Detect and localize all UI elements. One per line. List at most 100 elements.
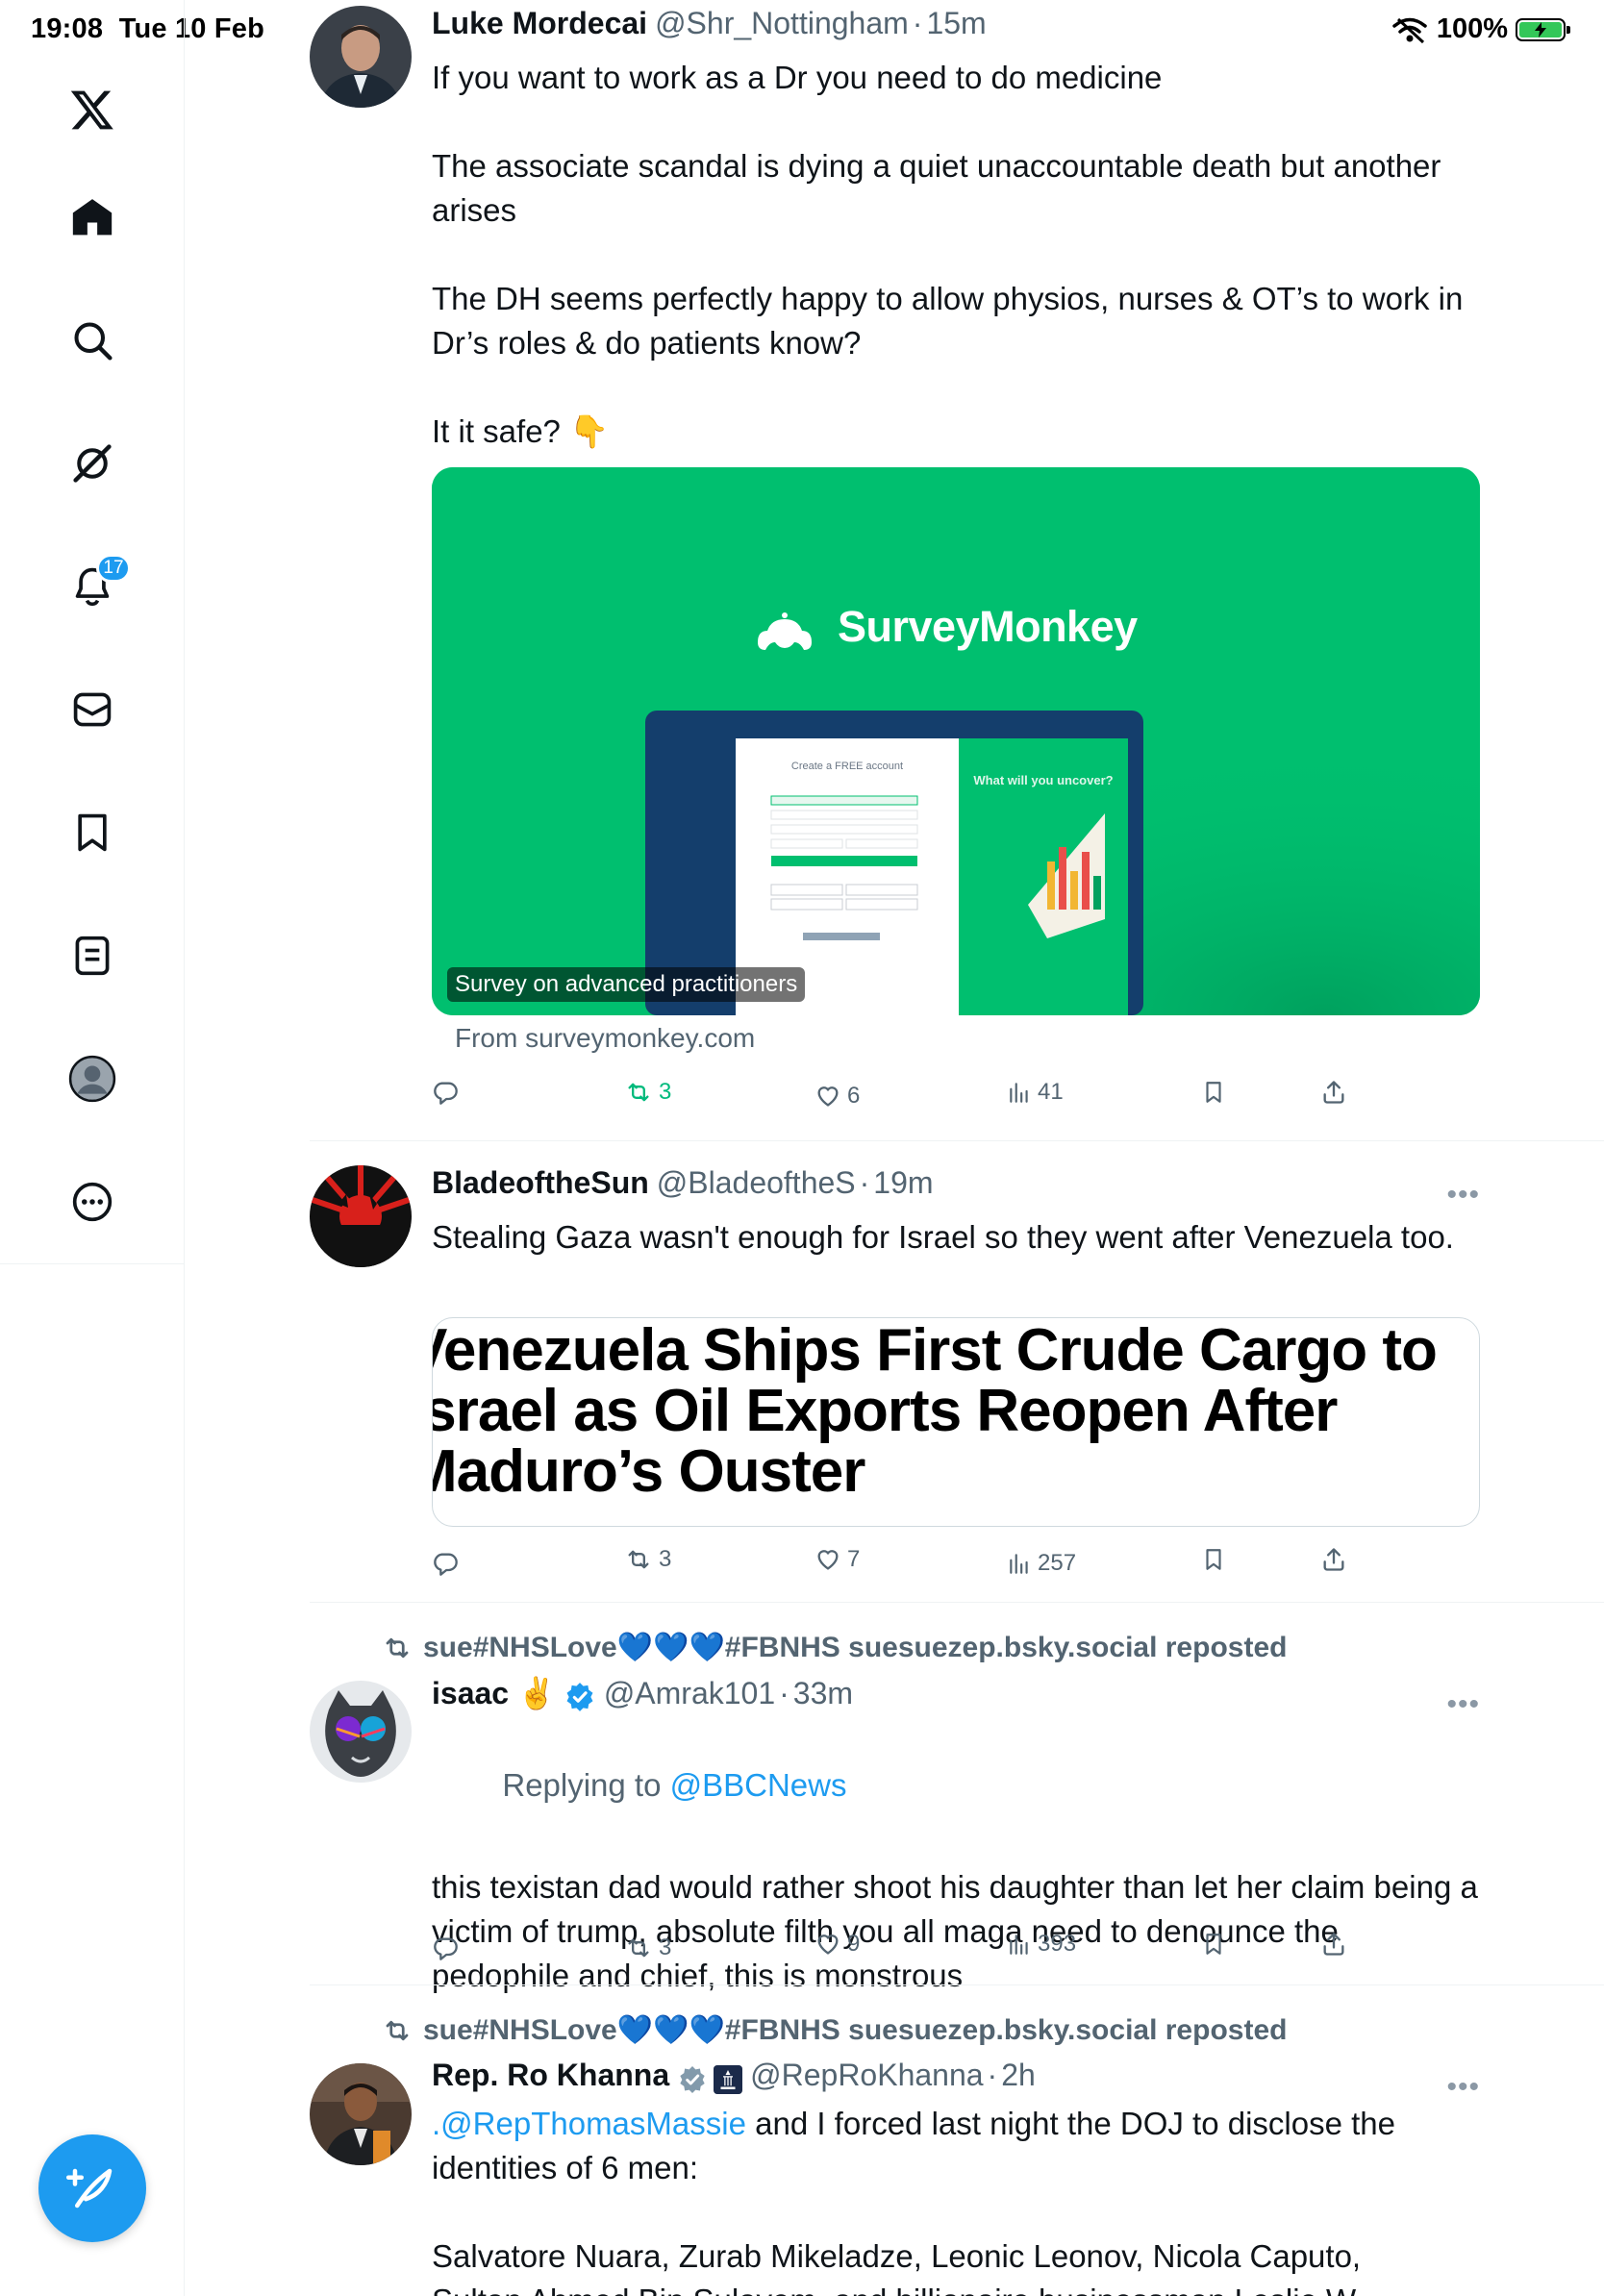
- more-circle-icon[interactable]: [54, 1163, 131, 1240]
- bookmark-button[interactable]: [1201, 1546, 1226, 1573]
- profile-icon[interactable]: [54, 1040, 131, 1117]
- repost-icon: [386, 2020, 409, 2040]
- bookmark-icon: [1206, 1549, 1221, 1570]
- mail-icon[interactable]: [54, 671, 131, 748]
- author-name[interactable]: Luke Mordecai: [432, 6, 647, 41]
- card-source[interactable]: From surveymonkey.com: [455, 1023, 755, 1054]
- bell-icon[interactable]: 17: [54, 548, 131, 625]
- repost-context[interactable]: sue#NHSLove💙💙💙#FBNHS suesuezep.bsky.soci…: [381, 1631, 1287, 1664]
- battery-icon: [1516, 17, 1570, 41]
- share-icon: [1323, 1933, 1344, 1956]
- repost-button[interactable]: 3: [624, 1934, 671, 1961]
- like-button[interactable]: 7: [815, 1546, 860, 1573]
- timestamp[interactable]: 2h: [1001, 2058, 1036, 2093]
- article-title: Venezuela Ships First Crude Cargo to Isr…: [432, 1317, 1438, 1505]
- repost-button[interactable]: 3: [624, 1546, 671, 1573]
- share-button[interactable]: [1320, 1079, 1347, 1106]
- separator-dot: ·: [912, 6, 923, 40]
- tweet-header: isaac ✌️ @Amrak101 · 33m: [432, 1675, 1480, 1719]
- mention-link[interactable]: .@RepThomasMassie: [432, 2106, 746, 2141]
- avatar[interactable]: [310, 2063, 412, 2165]
- author-name[interactable]: Rep. Ro Khanna: [432, 2058, 669, 2093]
- timestamp[interactable]: 15m: [926, 6, 986, 41]
- sidebar-divider: [0, 1263, 185, 1264]
- share-button[interactable]: [1320, 1546, 1347, 1573]
- author-handle[interactable]: @RepRoKhanna: [750, 2058, 983, 2093]
- views-icon: [1010, 1083, 1028, 1103]
- list-icon[interactable]: [54, 917, 131, 994]
- replying-to: Replying to @BBCNews: [432, 1719, 1480, 1852]
- home-icon[interactable]: [54, 179, 131, 256]
- reply-icon: [434, 1937, 458, 1960]
- share-icon: [1323, 1548, 1344, 1571]
- author-handle[interactable]: @Shr_Nottingham: [655, 6, 909, 41]
- sidebar: 17: [0, 0, 185, 2296]
- verified-badge-gray-icon: [680, 2066, 705, 2093]
- author-name[interactable]: isaac ✌️: [432, 1675, 556, 1711]
- x-logo-icon[interactable]: [54, 71, 131, 148]
- bookmark-icon: [1206, 1082, 1221, 1103]
- avatar[interactable]: [310, 1681, 412, 1783]
- verified-badge-icon: [566, 1683, 593, 1711]
- repost-context[interactable]: sue#NHSLove💙💙💙#FBNHS suesuezep.bsky.soci…: [381, 2013, 1287, 2047]
- author-handle[interactable]: @BladeoftheS: [657, 1165, 856, 1201]
- reply-icon: [434, 1553, 458, 1576]
- divider: [310, 1140, 1604, 1141]
- surveymonkey-wordmark: SurveyMonkey: [838, 602, 1138, 651]
- repost-icon: [628, 1083, 649, 1102]
- heart-icon: [817, 1086, 839, 1107]
- notification-badge: 17: [96, 554, 131, 583]
- compose-button[interactable]: [38, 2134, 146, 2242]
- tweet-header: Rep. Ro Khanna @RepRoKhanna · 2h: [432, 2058, 1480, 2102]
- more-options-icon[interactable]: •••: [1446, 2071, 1480, 2104]
- divider: [310, 1984, 1604, 1985]
- views-button[interactable]: 257: [1007, 1550, 1076, 1577]
- bookmark-button[interactable]: [1201, 1079, 1226, 1106]
- tweet-text: .@RepThomasMassie and I forced last nigh…: [432, 2102, 1480, 2190]
- timestamp[interactable]: 33m: [793, 1676, 853, 1711]
- tweet-actions: 3 9 393: [432, 1931, 1374, 1969]
- author-handle[interactable]: @Amrak101: [604, 1676, 775, 1711]
- tweet-actions: 3 6 41: [432, 1079, 1374, 1117]
- avatar[interactable]: [310, 1165, 412, 1267]
- author-name[interactable]: BladeoftheSun: [432, 1165, 649, 1201]
- divider: [310, 1602, 1604, 1603]
- reply-button[interactable]: [432, 1079, 464, 1106]
- like-button[interactable]: 6: [815, 1083, 860, 1110]
- search-icon[interactable]: [54, 302, 131, 379]
- replying-to-link[interactable]: @BBCNews: [670, 1767, 847, 1803]
- reply-icon: [434, 1082, 458, 1105]
- tweet-text: Stealing Gaza wasn't enough for Israel s…: [432, 1219, 1454, 1255]
- tweet-text-continued: Salvatore Nuara, Zurab Mikeladze, Leonic…: [432, 2238, 1362, 2274]
- repost-icon: [628, 1550, 649, 1569]
- tweet-text-continued: Sultan Ahmed Bin Sulayem, and billionair…: [432, 2279, 1480, 2296]
- more-options-icon[interactable]: •••: [1446, 1179, 1480, 1211]
- link-card-image[interactable]: SurveyMonkey Create a FREE account What …: [432, 467, 1480, 1015]
- tweet-text: If you want to work as a Dr you need to …: [432, 60, 1464, 449]
- article-card[interactable]: Venezuela Ships First Crude Cargo to Isr…: [432, 1317, 1480, 1527]
- repost-context-text: sue#NHSLove💙💙💙#FBNHS suesuezep.bsky.soci…: [423, 2014, 1288, 2046]
- views-button[interactable]: 393: [1007, 1931, 1076, 1958]
- card-tagline: What will you uncover?: [973, 773, 1114, 787]
- reply-button[interactable]: [432, 1934, 464, 1961]
- more-options-icon[interactable]: •••: [1446, 1688, 1480, 1721]
- share-button[interactable]: [1320, 1931, 1347, 1958]
- heart-icon: [817, 1550, 839, 1570]
- repost-context-text: sue#NHSLove💙💙💙#FBNHS suesuezep.bsky.soci…: [423, 1632, 1288, 1663]
- separator-dot: ·: [779, 1676, 789, 1710]
- views-icon: [1010, 1554, 1028, 1574]
- grok-icon[interactable]: [54, 425, 131, 502]
- tweet-header: BladeoftheSun @BladeoftheS · 19m: [432, 1165, 1480, 1210]
- like-button[interactable]: 9: [815, 1931, 860, 1958]
- avatar[interactable]: [310, 6, 412, 108]
- views-icon: [1010, 1934, 1028, 1955]
- repost-icon: [628, 1938, 649, 1958]
- separator-dot: ·: [987, 2058, 998, 2092]
- bookmark-button[interactable]: [1201, 1931, 1226, 1958]
- reply-button[interactable]: [432, 1550, 464, 1577]
- share-icon: [1323, 1081, 1344, 1104]
- bookmark-icon[interactable]: [54, 794, 131, 871]
- repost-button[interactable]: 3: [624, 1079, 671, 1106]
- views-button[interactable]: 41: [1007, 1079, 1064, 1106]
- timestamp[interactable]: 19m: [873, 1165, 933, 1201]
